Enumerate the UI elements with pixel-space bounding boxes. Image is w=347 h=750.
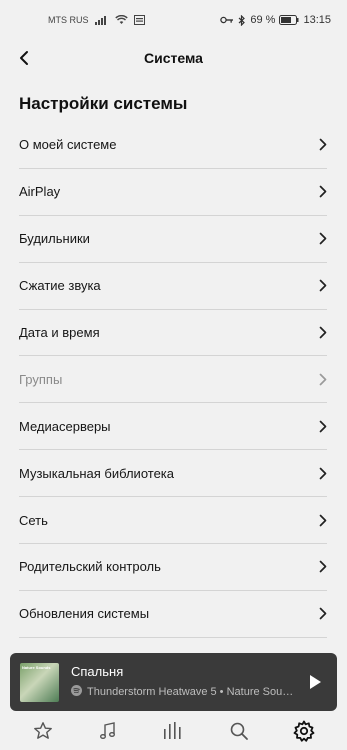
track-line: Thunderstorm Heatwave 5 • Nature Sounds <box>71 683 295 701</box>
settings-item-label: Обновления системы <box>19 606 150 622</box>
star-icon <box>33 722 52 739</box>
tab-favorites[interactable] <box>27 715 59 747</box>
settings-item-system-updates[interactable]: Обновления системы <box>19 591 327 638</box>
settings-item-music-library[interactable]: Музыкальная библиотека <box>19 450 327 498</box>
settings-item-groups: Группы <box>19 356 327 404</box>
section-title: Настройки системы <box>19 94 188 113</box>
settings-item-label: Музыкальная библиотека <box>19 465 175 481</box>
chevron-right-icon <box>319 279 327 292</box>
play-icon <box>310 675 321 689</box>
status-left: MTS RUS <box>48 15 145 25</box>
rooms-bars-icon <box>164 722 182 739</box>
bottom-tab-bar <box>0 712 347 750</box>
settings-item-media-servers[interactable]: Медиасерверы <box>19 403 327 451</box>
album-art: Nature Sounds <box>20 662 59 702</box>
chevron-right-icon <box>319 373 327 386</box>
tab-rooms[interactable] <box>157 715 189 747</box>
album-art-text: Nature Sounds <box>22 664 51 670</box>
chevron-right-icon <box>319 138 327 151</box>
search-icon <box>230 722 248 740</box>
settings-list: О моей системе AirPlay Будильники Сжатие… <box>19 122 327 638</box>
carrier-label: MTS RUS <box>48 15 89 25</box>
clock: 13:15 <box>303 14 331 26</box>
chevron-left-icon <box>20 51 28 65</box>
chevron-right-icon <box>319 185 327 198</box>
room-name: Спальня <box>71 663 124 679</box>
settings-item-label: Медиасерверы <box>19 418 111 434</box>
settings-item-audio-compression[interactable]: Сжатие звука <box>19 263 327 310</box>
wifi-icon <box>114 15 128 25</box>
battery-icon <box>279 15 299 25</box>
player-info: Спальня Thunderstorm Heatwave 5 • Nature… <box>71 664 295 701</box>
chevron-right-icon <box>319 467 327 480</box>
settings-item-label: Дата и время <box>19 325 100 340</box>
settings-item-parental-control[interactable]: Родительский контроль <box>19 544 327 591</box>
settings-item-label: Группы <box>19 371 63 387</box>
battery-percent: 69 % <box>250 14 276 26</box>
settings-item-network[interactable]: Сеть <box>19 497 327 545</box>
settings-item-label: Сеть <box>19 512 48 528</box>
music-note-icon <box>100 722 116 739</box>
settings-item-label: Будильники <box>19 231 90 247</box>
tab-settings[interactable] <box>288 715 320 747</box>
mini-player[interactable]: Nature Sounds Спальня Thunderstorm Heatw… <box>10 653 337 711</box>
chevron-right-icon <box>319 420 327 433</box>
settings-item-about[interactable]: О моей системе <box>19 122 327 169</box>
status-bar: MTS RUS 69 % 13:15 <box>0 0 347 40</box>
spotify-icon <box>71 683 82 701</box>
settings-item-alarms[interactable]: Будильники <box>19 216 327 263</box>
key-icon <box>220 16 234 24</box>
bluetooth-icon <box>238 14 246 26</box>
settings-item-label: AirPlay <box>19 184 61 200</box>
tab-music[interactable] <box>92 715 124 747</box>
notification-icon <box>133 15 145 25</box>
back-button[interactable] <box>12 46 36 70</box>
settings-item-airplay[interactable]: AirPlay <box>19 169 327 216</box>
track-title: Thunderstorm Heatwave 5 • Nature Sounds <box>87 685 295 698</box>
settings-item-label: О моей системе <box>19 137 117 153</box>
settings-item-label: Сжатие звука <box>19 278 101 294</box>
chevron-right-icon <box>319 232 327 245</box>
page-title: Система <box>144 50 203 66</box>
settings-item-date-time[interactable]: Дата и время <box>19 310 327 357</box>
chevron-right-icon <box>319 607 327 620</box>
tab-search[interactable] <box>223 715 255 747</box>
app-header: Система <box>0 40 347 76</box>
status-right: 69 % 13:15 <box>220 14 331 26</box>
signal-icon <box>94 15 109 25</box>
chevron-right-icon <box>319 326 327 339</box>
chevron-right-icon <box>319 514 327 527</box>
chevron-right-icon <box>319 560 327 573</box>
settings-item-label: Родительский контроль <box>19 559 161 575</box>
play-button[interactable] <box>303 670 327 694</box>
gear-icon <box>293 720 315 742</box>
